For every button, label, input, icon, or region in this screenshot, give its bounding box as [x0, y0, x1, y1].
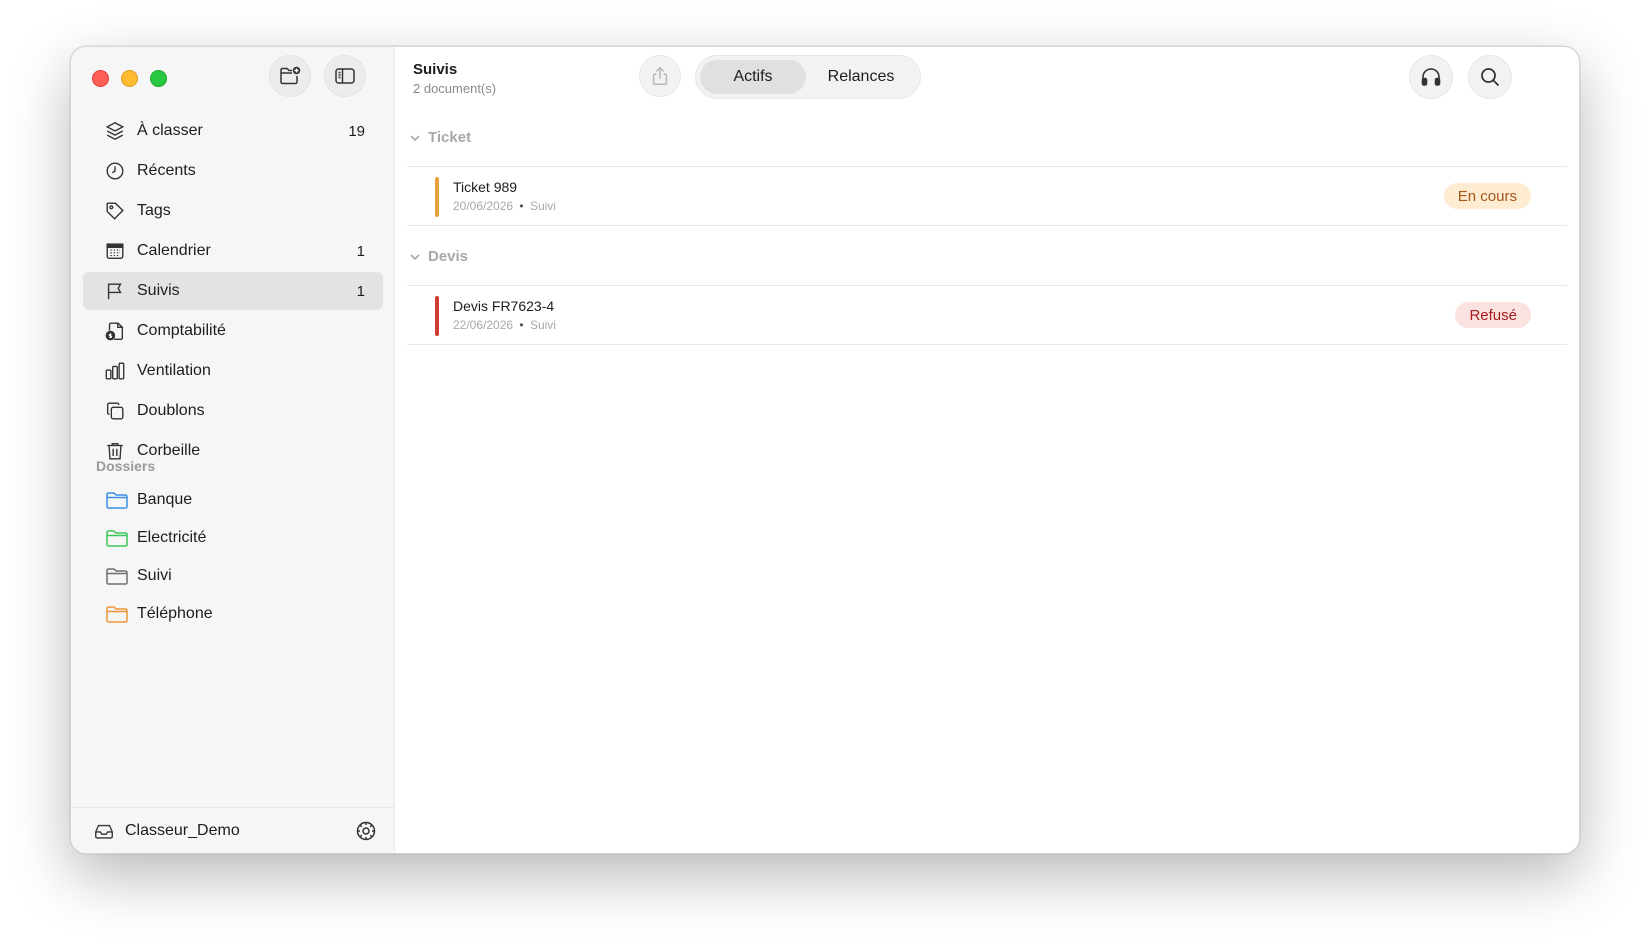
item-name: Devis FR7623-4 — [453, 298, 555, 314]
meta-separator: • — [519, 318, 524, 332]
folder-item-banque[interactable]: Banque — [83, 481, 383, 519]
headphones-icon — [1421, 68, 1441, 86]
toggle-sidebar-button[interactable] — [324, 55, 366, 97]
chevron-down-icon — [410, 253, 420, 260]
flag-icon — [103, 279, 127, 303]
group-header-devis[interactable]: Devis — [409, 248, 468, 265]
sidebar-item-doublons[interactable]: Doublons — [83, 392, 383, 430]
sidebar-item-label: Calendrier — [137, 242, 211, 259]
folders-heading: Dossiers — [96, 458, 156, 474]
item-meta: 20/06/2026 • Suivi — [453, 199, 556, 213]
item-folder: Suivi — [529, 318, 556, 332]
settings-gear-icon[interactable] — [354, 819, 378, 843]
sidebar-item-tags[interactable]: Tags — [83, 192, 383, 230]
item-count: 1 — [356, 282, 365, 300]
tag-icon — [103, 199, 127, 223]
search-icon — [1481, 68, 1500, 87]
folder-icon — [105, 526, 129, 550]
new-folder-button[interactable] — [269, 55, 311, 97]
list-item[interactable]: Ticket 989 20/06/2026 • Suivi En cours — [407, 166, 1567, 226]
clock-icon — [103, 159, 127, 183]
sidebar-item-label: Doublons — [137, 402, 205, 419]
item-meta: 22/06/2026 • Suivi — [453, 318, 556, 332]
zoom-window-button[interactable] — [150, 70, 167, 87]
sidebar-item-label: À classer — [137, 122, 203, 139]
status-badge: Refusé — [1455, 302, 1531, 328]
sidebar-item-label: Récents — [137, 162, 196, 179]
filter-segmented-control: Actifs Relances — [695, 55, 921, 99]
list-item[interactable]: Devis FR7623-4 22/06/2026 • Suivi Refusé — [407, 285, 1567, 345]
duplicate-icon — [103, 399, 127, 423]
close-window-button[interactable] — [92, 70, 109, 87]
sidebar: À classer 19 Récents Tags Calendrier 1 Suivis 1… — [71, 47, 395, 853]
app-window: À classer 19 Récents Tags Calendrier 1 Suivis 1… — [70, 46, 1580, 854]
segment-actifs[interactable]: Actifs — [700, 60, 806, 94]
tray-icon — [93, 819, 117, 843]
folder-plus-icon — [280, 66, 301, 85]
sidebar-item-label: Suivis — [137, 282, 180, 299]
document-dollar-icon — [103, 319, 127, 343]
folder-icon — [105, 564, 129, 588]
folders-list: Banque Electricité Suivi Téléphone — [83, 481, 383, 633]
share-icon — [652, 66, 668, 85]
folder-item-suivi[interactable]: Suivi — [83, 557, 383, 595]
folder-label: Banque — [137, 491, 193, 508]
sidebar-item-calendrier[interactable]: Calendrier 1 — [83, 232, 383, 270]
calendar-icon — [103, 239, 127, 263]
item-folder: Suivi — [529, 199, 556, 213]
sidebar-item-label: Ventilation — [137, 362, 211, 379]
sidebar-item-ventilation[interactable]: Ventilation — [83, 352, 383, 390]
folder-icon — [105, 602, 129, 626]
sidebar-nav: À classer 19 Récents Tags Calendrier 1 Suivis 1… — [83, 112, 383, 472]
item-date: 20/06/2026 — [453, 199, 514, 213]
sidebar-item-label: Comptabilité — [137, 322, 226, 339]
search-button[interactable] — [1468, 55, 1512, 99]
folder-label: Electricité — [137, 529, 207, 546]
main-content: Suivis 2 document(s) Actifs Relances Tic… — [395, 47, 1579, 853]
page-header: Suivis 2 document(s) — [413, 61, 496, 96]
group-header-ticket[interactable]: Ticket — [409, 129, 471, 146]
window-controls — [92, 70, 167, 87]
item-date: 22/06/2026 — [453, 318, 514, 332]
document-count: 2 document(s) — [413, 81, 497, 96]
group-name: Ticket — [428, 129, 472, 146]
layers-icon — [103, 119, 127, 143]
sidebar-item-label: Tags — [137, 202, 171, 219]
sidebar-item-recents[interactable]: Récents — [83, 152, 383, 190]
bar-chart-icon — [103, 359, 127, 383]
group-name: Devis — [428, 248, 469, 265]
priority-bar — [435, 177, 439, 217]
sidebar-item-a-classer[interactable]: À classer 19 — [83, 112, 383, 150]
priority-bar — [435, 296, 439, 336]
folder-item-telephone[interactable]: Téléphone — [83, 595, 383, 633]
meta-separator: • — [519, 199, 524, 213]
folder-item-electricite[interactable]: Electricité — [83, 519, 383, 557]
item-count: 1 — [356, 242, 365, 260]
folder-label: Suivi — [137, 567, 172, 584]
minimize-window-button[interactable] — [121, 70, 138, 87]
sidebar-item-label: Corbeille — [137, 442, 201, 459]
page-title: Suivis — [413, 61, 458, 78]
folder-label: Téléphone — [137, 605, 213, 622]
item-name: Ticket 989 — [453, 179, 518, 195]
sidebar-item-suivis[interactable]: Suivis 1 — [83, 272, 383, 310]
library-name[interactable]: Classeur_Demo — [125, 822, 354, 840]
folder-icon — [105, 488, 129, 512]
chevron-down-icon — [410, 134, 420, 141]
sidebar-footer: Classeur_Demo — [71, 807, 394, 853]
status-badge: En cours — [1443, 183, 1531, 209]
segment-relances[interactable]: Relances — [806, 60, 916, 94]
sidebar-icon — [335, 68, 355, 84]
support-button[interactable] — [1409, 55, 1453, 99]
sidebar-item-comptabilite[interactable]: Comptabilité — [83, 312, 383, 350]
item-count: 19 — [348, 122, 365, 140]
share-button[interactable] — [639, 55, 681, 97]
